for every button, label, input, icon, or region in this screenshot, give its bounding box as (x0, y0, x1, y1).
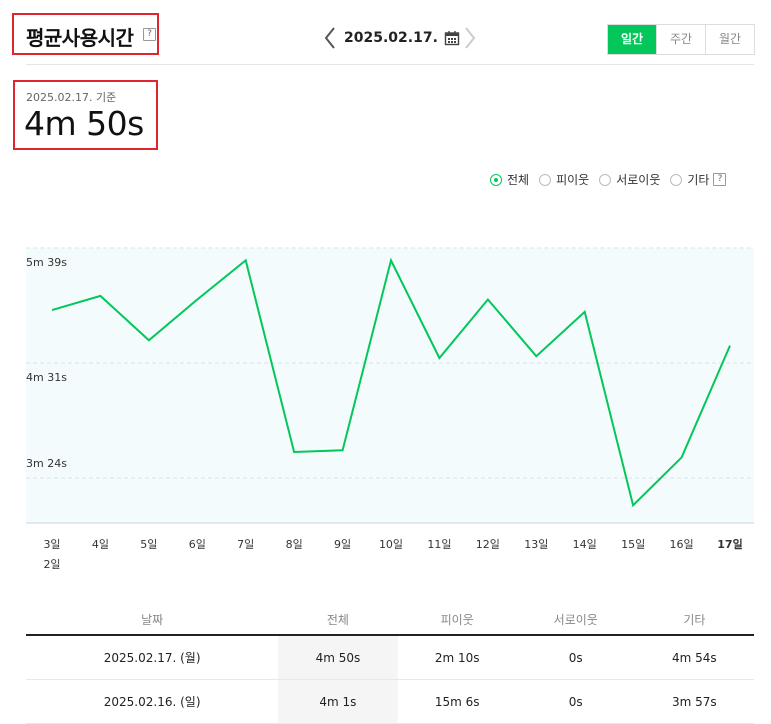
x-tick-label: 17일 (717, 537, 742, 551)
legend-item-all[interactable]: 전체 (490, 171, 529, 188)
usage-line-chart: 3m 24s 4m 31s 5m 39s 3일 4일 5일 6일 7일 8일 9일 10일 11일 12… (26, 247, 754, 571)
help-icon[interactable]: ? (143, 28, 156, 41)
x-tick-label: 14일 (573, 537, 597, 551)
tab-monthly[interactable]: 월간 (705, 25, 754, 54)
chevron-left-icon (324, 27, 335, 49)
table-cell: 15m 6s (397, 679, 517, 724)
x-month-label: 2일 (43, 557, 60, 571)
column-header: 서로이웃 (516, 604, 635, 636)
x-tick-label: 13일 (524, 537, 548, 551)
table-cell: 0s (516, 679, 635, 724)
table-header-row: 날짜 전체 피이웃 서로이웃 기타 (26, 604, 754, 636)
table-cell: 2025.02.16. (일) (26, 679, 279, 724)
legend-label: 서로이웃 (616, 173, 661, 187)
date-navigator: 2025.02.17. (320, 24, 480, 52)
legend-label: 피이웃 (556, 173, 590, 187)
column-header: 피이웃 (397, 604, 517, 636)
legend: 전체 피이웃 서로이웃 기타 ? (490, 171, 727, 188)
prev-date-button[interactable] (320, 24, 340, 52)
x-tick-label: 4일 (92, 537, 109, 551)
current-date: 2025.02.17. (344, 30, 438, 46)
summary-basis-date: 2025.02.17. 기준 (26, 91, 117, 104)
legend-item-mutual[interactable]: 서로이웃 (599, 171, 660, 188)
table-cell: 4m 50s (278, 635, 398, 680)
column-header: 날짜 (26, 604, 279, 636)
x-tick-label: 7일 (237, 537, 254, 551)
y-tick-label: 4m 31s (26, 371, 67, 384)
radio-icon (599, 173, 612, 186)
tab-daily[interactable]: 일간 (608, 25, 656, 54)
x-tick-label: 15일 (621, 537, 645, 551)
x-tick-label: 3일 (43, 537, 60, 551)
table-cell: 2m 10s (397, 635, 517, 680)
table-cell: 2025.02.17. (월) (26, 635, 279, 680)
table-cell: 4m 1s (278, 679, 398, 724)
table-cell: 4m 54s (634, 635, 754, 680)
table-row: 2025.02.16. (일) 4m 1s 15m 6s 0s 3m 57s (26, 679, 754, 724)
x-tick-label: 16일 (670, 537, 694, 551)
help-icon[interactable]: ? (713, 173, 727, 186)
page-title: 평균사용시간 (26, 26, 134, 50)
column-header: 전체 (278, 604, 398, 636)
header-divider (26, 64, 754, 65)
period-tabs: 일간 주간 월간 (607, 24, 755, 55)
x-tick-label: 12일 (476, 537, 500, 551)
plot-area (26, 248, 754, 523)
x-tick-label: 5일 (140, 537, 157, 551)
next-date-button[interactable] (460, 24, 480, 52)
x-tick-label: 10일 (379, 537, 403, 551)
column-header: 기타 (634, 604, 754, 636)
x-tick-label: 8일 (286, 537, 303, 551)
legend-item-other[interactable]: 기타 ? (670, 171, 727, 188)
radio-selected-icon (490, 173, 502, 186)
x-tick-label: 6일 (189, 537, 206, 551)
chevron-right-icon (465, 27, 476, 49)
legend-label: 전체 (507, 173, 530, 187)
y-tick-label: 3m 24s (26, 457, 67, 470)
usage-table: 날짜 전체 피이웃 서로이웃 기타 2025.02.17. (월) 4m 50s… (26, 604, 754, 724)
table-row: 2025.02.17. (월) 4m 50s 2m 10s 0s 4m 54s (26, 635, 754, 680)
radio-icon (670, 173, 683, 186)
tab-weekly[interactable]: 주간 (656, 25, 705, 54)
table-cell: 3m 57s (634, 679, 754, 724)
legend-item-neighbor[interactable]: 피이웃 (539, 171, 589, 188)
y-tick-label: 5m 39s (26, 256, 67, 269)
x-tick-label: 11일 (427, 537, 451, 551)
legend-label: 기타 (687, 173, 710, 187)
radio-icon (539, 173, 552, 186)
table-cell: 0s (516, 635, 635, 680)
calendar-icon[interactable] (444, 30, 460, 46)
summary-value: 4m 50s (24, 104, 144, 143)
x-tick-label: 9일 (334, 537, 351, 551)
